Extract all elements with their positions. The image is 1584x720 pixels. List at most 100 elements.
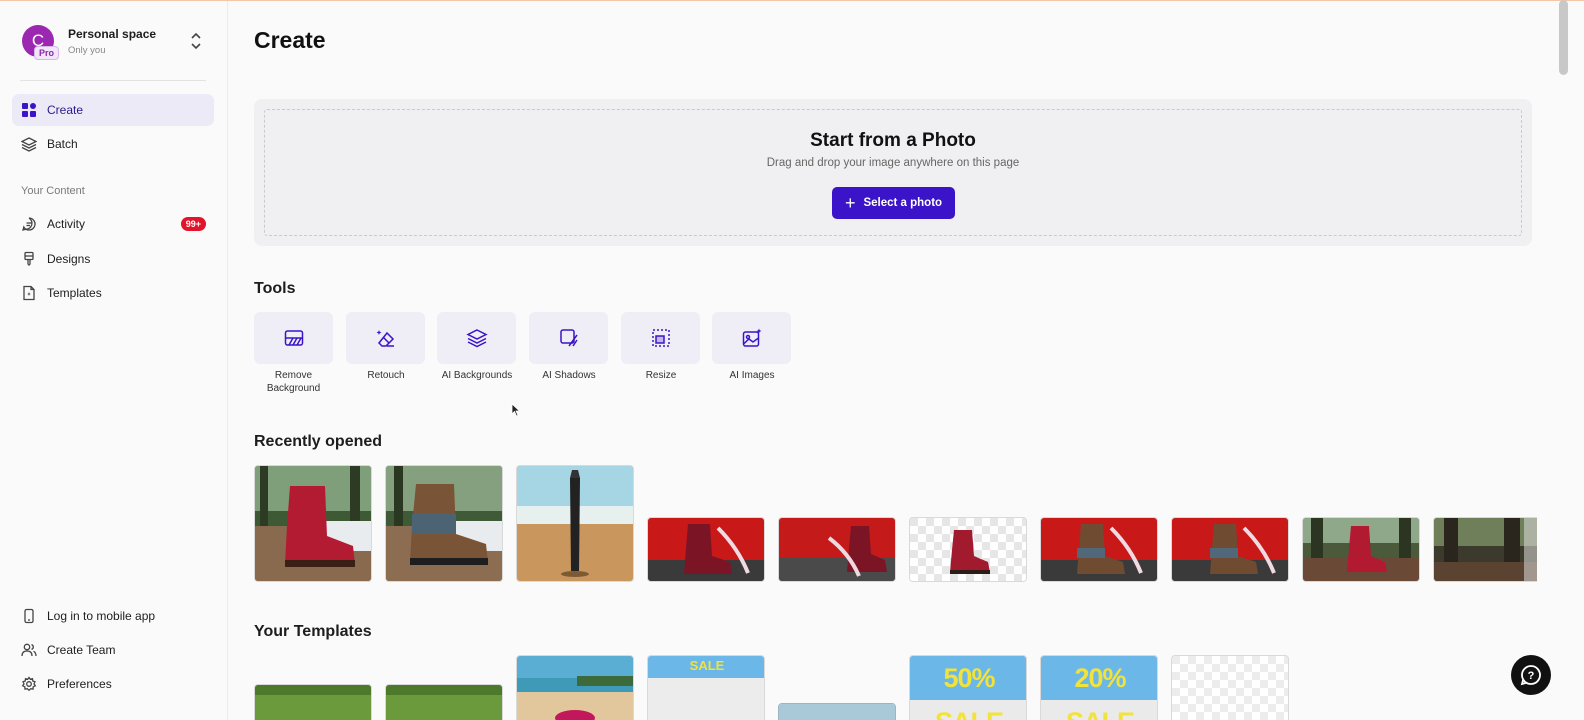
workspace-subtitle: Only you	[68, 45, 106, 56]
template-card[interactable]	[254, 684, 372, 720]
template-sale-text: 50% SALE	[910, 656, 1026, 720]
recent-photo-red-boot-transparent[interactable]	[909, 517, 1027, 582]
red-boot-forest-photo	[1303, 518, 1419, 581]
red-boot-transparent-photo	[910, 518, 1026, 581]
sidebar-item-label: Create	[47, 103, 84, 117]
your-templates-title: Your Templates	[254, 623, 372, 640]
help-chat-icon: ?	[1520, 665, 1541, 686]
recent-photo-red-boot-forest[interactable]	[254, 465, 372, 582]
marker-beach-photo	[517, 466, 633, 581]
red-boot-splash-photo	[779, 518, 895, 581]
workspace-switcher[interactable]: C Pro Personal space Only you	[20, 24, 216, 64]
template-card-20-sale[interactable]: 20% SALE	[1040, 655, 1158, 720]
sidebar-item-create-team[interactable]: Create Team	[12, 634, 214, 666]
tool-ai-backgrounds[interactable]: AI Backgrounds	[437, 312, 517, 383]
recently-opened-title: Recently opened	[254, 433, 383, 450]
sidebar-item-batch[interactable]: Batch	[12, 128, 214, 160]
template-card-transparent[interactable]	[1171, 655, 1289, 720]
select-photo-button[interactable]: + Select a photo	[832, 187, 955, 219]
remove-background-icon	[254, 312, 333, 364]
sidebar-item-templates[interactable]: Templates	[12, 277, 214, 309]
sidebar-item-label: Create Team	[47, 643, 116, 657]
workspace-name: Personal space	[68, 27, 157, 41]
tool-remove-background[interactable]: Remove Background	[254, 312, 334, 395]
template-sale-text: 20% SALE	[1041, 656, 1157, 720]
recent-photo-red-boot-splash-2[interactable]	[778, 517, 896, 582]
grid-icon	[21, 102, 37, 118]
red-boot-forest-photo	[255, 466, 371, 581]
pro-badge: Pro	[34, 46, 60, 60]
grass-template-preview	[255, 685, 371, 720]
template-card[interactable]	[385, 684, 503, 720]
template-card[interactable]	[516, 655, 634, 720]
dropzone-border: Start from a Photo Drag and drop your im…	[264, 109, 1522, 236]
tool-ai-images[interactable]: AI Images	[712, 312, 792, 383]
tool-retouch[interactable]: Retouch	[346, 312, 426, 383]
select-photo-label: Select a photo	[863, 197, 943, 209]
beach-template-preview	[517, 656, 633, 720]
template-card-sale[interactable]: SALE	[647, 655, 765, 720]
recent-photo-red-boot-splash[interactable]	[647, 517, 765, 582]
sidebar-item-create[interactable]: Create	[12, 94, 214, 126]
layers-icon	[21, 136, 37, 152]
scrollbar-thumb[interactable]	[1559, 0, 1568, 75]
template-icon	[21, 285, 37, 301]
tool-resize[interactable]: Resize	[621, 312, 701, 383]
recent-photo-brown-boot-forest[interactable]	[385, 465, 503, 582]
svg-text:?: ?	[1528, 670, 1535, 682]
brush-icon	[21, 251, 37, 267]
forest-path-photo	[1434, 518, 1537, 581]
template-sale-text: SALE	[648, 656, 764, 678]
dropzone-title: Start from a Photo	[810, 130, 976, 151]
brown-boot-splash-photo	[1172, 518, 1288, 581]
recent-photo-brown-boot-splash-2[interactable]	[1171, 517, 1289, 582]
grass-template-preview	[386, 685, 502, 720]
tool-label: AI Images	[729, 370, 775, 381]
notification-badge: 99+	[180, 217, 206, 231]
red-boot-splash-photo	[648, 518, 764, 581]
sidebar-item-label: Activity	[47, 217, 86, 231]
tool-label: Resize	[645, 370, 677, 381]
template-preview	[779, 704, 895, 720]
tool-ai-shadows[interactable]: AI Shadows	[529, 312, 609, 383]
resize-icon	[621, 312, 700, 364]
section-label-your-content: Your Content	[21, 185, 85, 197]
recent-photo-red-boot-forest-2[interactable]	[1302, 517, 1420, 582]
chevron-up-down-icon	[191, 32, 201, 50]
shadow-icon	[529, 312, 608, 364]
brown-boot-splash-photo	[1041, 518, 1157, 581]
sidebar-item-designs[interactable]: Designs	[12, 243, 214, 275]
brown-boot-forest-photo	[386, 466, 502, 581]
phone-icon	[21, 608, 37, 624]
sidebar-item-mobile-app[interactable]: Log in to mobile app	[12, 600, 214, 632]
plus-icon: +	[844, 193, 856, 213]
template-card[interactable]	[778, 703, 896, 720]
sidebar-item-label: Batch	[47, 137, 78, 151]
transparent-template-preview	[1172, 656, 1288, 720]
top-accent-line	[0, 0, 1584, 1]
image-sparkle-icon	[712, 312, 791, 364]
template-card-50-sale[interactable]: 50% SALE	[909, 655, 1027, 720]
recent-photo-forest-path[interactable]	[1433, 517, 1537, 582]
help-chat-button[interactable]: ?	[1511, 655, 1551, 695]
recent-photo-brown-boot-splash[interactable]	[1040, 517, 1158, 582]
sidebar-item-activity[interactable]: Activity 99+	[12, 208, 214, 240]
sidebar-item-label: Preferences	[47, 677, 112, 691]
tools-title: Tools	[254, 280, 296, 297]
team-icon	[21, 642, 37, 658]
tool-label: AI Shadows	[542, 370, 596, 381]
chat-icon	[21, 216, 37, 232]
dropzone-subtitle: Drag and drop your image anywhere on thi…	[766, 157, 1020, 169]
sidebar-item-label: Designs	[47, 252, 91, 266]
page-title: Create	[254, 27, 326, 53]
tool-label: Remove Background	[266, 370, 321, 394]
sidebar-item-preferences[interactable]: Preferences	[12, 668, 214, 700]
mouse-cursor	[511, 403, 521, 417]
sidebar-item-label: Log in to mobile app	[47, 609, 156, 623]
tool-label: AI Backgrounds	[441, 370, 513, 381]
layers-sparkle-icon	[437, 312, 516, 364]
recent-photo-marker-beach[interactable]	[516, 465, 634, 582]
photo-dropzone[interactable]: Start from a Photo Drag and drop your im…	[254, 99, 1532, 246]
template-body	[648, 678, 764, 720]
sidebar: C Pro Personal space Only you Create Bat…	[0, 1, 228, 720]
